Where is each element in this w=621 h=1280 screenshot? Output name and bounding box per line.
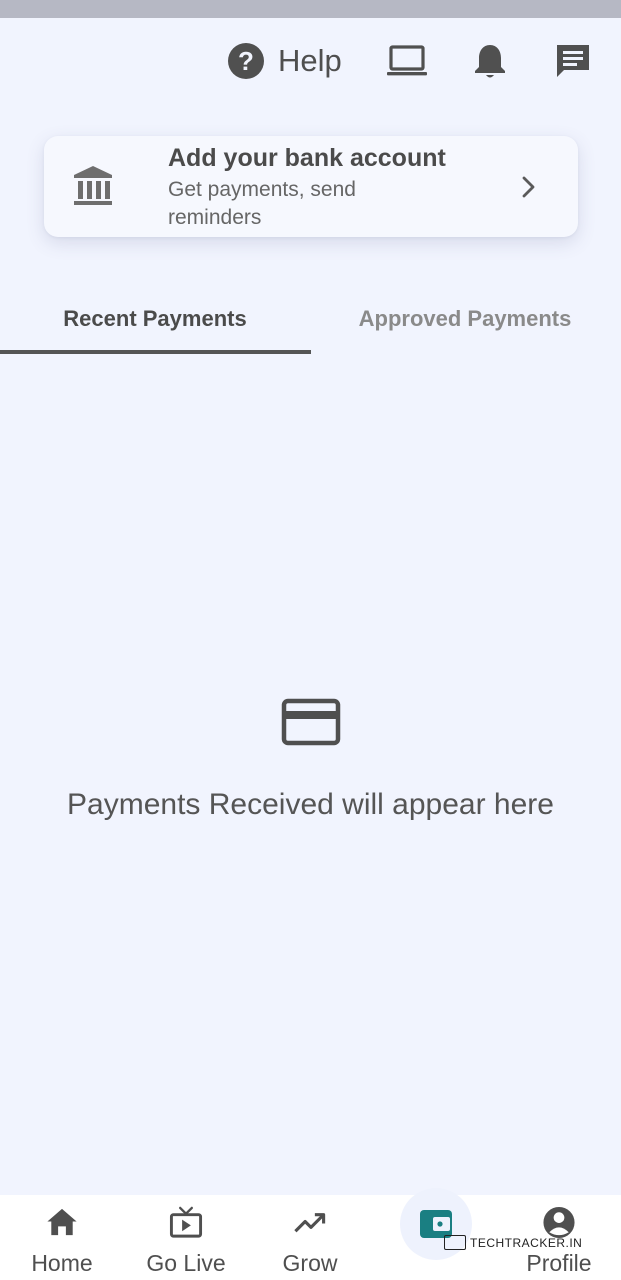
trending-up-icon — [294, 1213, 326, 1233]
status-strip — [0, 0, 621, 18]
active-tab-indicator — [0, 350, 311, 354]
empty-state: Payments Received will appear here — [0, 698, 621, 822]
tab-approved-payments[interactable]: Approved Payments — [310, 286, 620, 352]
chevron-right-icon — [518, 174, 540, 200]
bank-card-subtitle: Get payments, send reminders — [168, 178, 356, 229]
watermark: TECHTRACKER.IN — [444, 1235, 582, 1250]
nav-home-label: Home — [31, 1250, 93, 1276]
add-bank-account-card[interactable]: Add your bank account Get payments, send… — [44, 136, 578, 237]
nav-grow-label: Grow — [282, 1250, 338, 1276]
help-label: Help — [278, 43, 342, 78]
message-icon[interactable] — [552, 40, 594, 82]
help-icon: ? — [228, 43, 264, 79]
nav-profile-label: Profile — [526, 1250, 592, 1276]
watermark-text: TECHTRACKER.IN — [470, 1235, 583, 1250]
credit-card-icon — [281, 698, 341, 746]
empty-state-message: Payments Received will appear here — [67, 788, 554, 821]
bank-card-title: Add your bank account — [168, 144, 446, 172]
tab-recent-payments[interactable]: Recent Payments — [0, 286, 310, 352]
tv-play-icon — [169, 1206, 203, 1238]
nav-home[interactable]: Home — [7, 1205, 117, 1277]
payment-tabs: Recent Payments Approved Payments — [0, 286, 621, 356]
top-bar: ? Help — [0, 38, 621, 84]
nav-grow[interactable]: Grow — [255, 1205, 365, 1277]
laptop-icon[interactable] — [386, 40, 428, 82]
watermark-logo — [444, 1235, 466, 1250]
home-icon — [47, 1208, 77, 1236]
nav-go-live-label: Go Live — [146, 1250, 226, 1276]
help-button[interactable]: ? Help — [228, 40, 342, 82]
bank-icon — [72, 164, 114, 208]
bell-icon[interactable] — [469, 40, 511, 82]
nav-go-live[interactable]: Go Live — [131, 1205, 241, 1277]
